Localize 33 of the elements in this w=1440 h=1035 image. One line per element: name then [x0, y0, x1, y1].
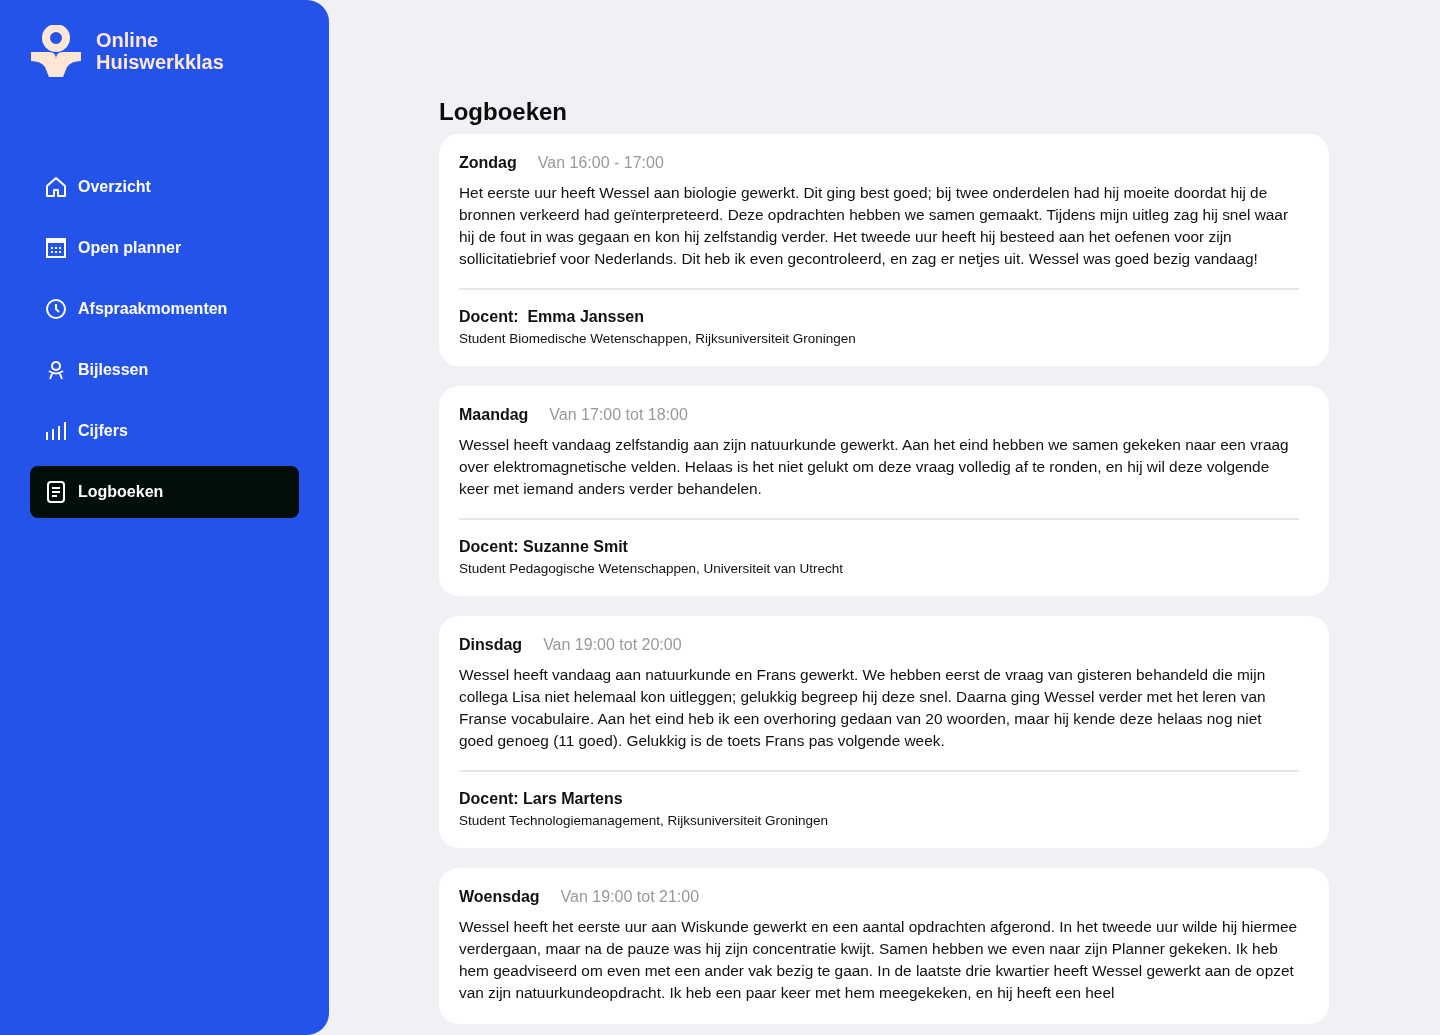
nav-item[interactable]: Bijlessen [30, 344, 299, 396]
logbook-text: Wessel heeft het eerste uur aan Wiskunde gewerkt en een aantal opdrachten afgerond. In het tweede uur wilde hij hiermee verdergaan, maar na de pauze was hij zijn concentratie kwijt. Samen hebben we even naar zijn Planner gekeken. Ik heb hem geadviseerd om even met een ander vak bezig te gaan. In de laatste drie kwartier heeft Wessel gewerkt aan de opzet van zijn natuurkundeopdracht. Ik heb een paar keer met hem meegekeken, en hij heeft een heel [459, 917, 1299, 1003]
logbook-text: Wessel heeft vandaag aan natuurkunde en Frans gewerkt. We hebben eerst de vraag van gisteren behandeld die mijn collega Lisa niet helemaal kon uitleggen; gelukkig begreep hij deze snel. Daarna ging Wessel verder met het leren van Franse vocabulaire. Aan het eind heb ik een overhoring gedaan van 20 woorden, maar hij kende deze helaas nog niet goed genoeg (11 goed). Gelukkig is de toets Frans pas volgende week. [459, 665, 1267, 751]
teacher-name: Docent: Suzanne Smit [459, 538, 629, 556]
day-label: Woensdag [459, 888, 540, 906]
time-range: Van 17:00 tot 18:00 [549, 406, 688, 424]
teacher-affiliation: Student Technologiemanagement, Rijksuniversiteit Groningen [459, 813, 829, 828]
time-range: Van 16:00 - 17:00 [537, 154, 664, 172]
time-range: Van 19:00 tot 21:00 [560, 888, 700, 906]
logo-figure-icon [31, 25, 81, 77]
clock-icon [45, 298, 67, 320]
teacher-name: Docent: Emma Janssen [459, 308, 645, 326]
nav-item[interactable]: Afspraakmomenten [30, 283, 299, 335]
nav-item[interactable]: Cijfers [30, 405, 299, 457]
logbook-text: Het eerste uur heeft Wessel aan biologie gewerkt. Dit ging best goed; bij twee onderdelen had hij moeite doordat hij de bronnen verkeerd had geïnterpreteerd. Deze opdrachten hebben we samen gemaakt. Tijdens mijn uitleg zag hij snel waar hij de fout in was gegaan en kon hij zelfstandig verder. Het tweede uur heeft hij besteed aan het oefenen voor zijn sollicitatiebrief voor Nederlands. Dit heb ik even gecontroleerd, en zag er netjes uit. Wessel was goed bezig vandaag! [459, 183, 1290, 269]
nav-item[interactable]: Overzicht [30, 161, 299, 213]
logbook-text: Wessel heeft vandaag zelfstandig aan zijn natuurkunde gewerkt. Aan het eind hebben we samen gekeken naar een vraag over elektromagnetische velden. Helaas is het niet gelukt om deze vraag volledig af te ronden, en hij wil deze volgende keer met iemand anders verder behandelen. [459, 435, 1290, 499]
day-label: Maandag [459, 406, 529, 424]
day-label: Dinsdag [459, 636, 523, 654]
nav-item[interactable]: Open planner [30, 222, 299, 274]
calendar-icon [45, 237, 67, 259]
bar-chart-icon [45, 420, 67, 442]
teacher-affiliation: Student Pedagogische Wetenschappen, Universiteit van Utrecht [459, 561, 844, 576]
document-icon [45, 481, 67, 503]
teacher-name: Docent: Lars Martens [459, 790, 624, 808]
day-label: Zondag [459, 154, 517, 172]
time-range: Van 19:00 tot 20:00 [543, 636, 682, 654]
brand-name: Online [96, 29, 160, 51]
page-title: Logboeken [439, 98, 568, 126]
teacher-affiliation: Student Biomedische Wetenschappen, Rijksuniversiteit Groningen [459, 331, 857, 346]
nav-item[interactable]: Logboeken [30, 466, 299, 518]
home-icon [45, 176, 67, 198]
brand-name: Huiswerkklas [96, 51, 224, 73]
